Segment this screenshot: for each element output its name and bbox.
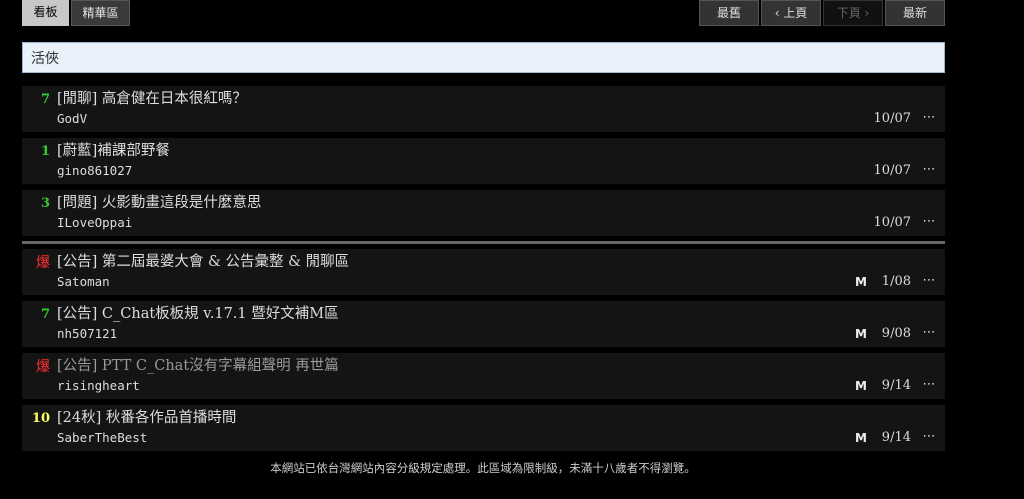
post-title[interactable]: [問題] 火影動畫這段是什麼意思 (57, 194, 261, 212)
post-row[interactable]: 7 [閒聊] 高倉健在日本很紅嗎？ GodV 10/07 ⋯ (22, 86, 945, 133)
latest-page-button[interactable]: 最新 (885, 0, 945, 26)
next-page-button: 下頁 › (823, 0, 883, 26)
post-author[interactable]: risingheart (57, 378, 140, 394)
pinned-post-row[interactable]: 7 [公告] C_Chat板板規 v.17.1 暨好文補M區 nh507121 … (22, 301, 945, 348)
more-icon[interactable]: ⋯ (921, 162, 937, 178)
post-author[interactable]: SaberTheBest (57, 430, 147, 446)
post-author[interactable]: Satoman (57, 274, 110, 290)
prev-page-button[interactable]: ‹ 上頁 (761, 0, 821, 26)
post-author[interactable]: gino861027 (57, 163, 132, 179)
post-title[interactable]: [公告] PTT C_Chat沒有字幕組聲明 再世篇 (57, 357, 339, 375)
post-date: 1/08 (881, 274, 911, 289)
more-icon[interactable]: ⋯ (921, 273, 937, 289)
age-restriction-notice: 本網站已依台灣網站內容分級規定處理。此區域為限制級，未滿十八歲者不得瀏覽。 (270, 461, 696, 475)
post-title[interactable]: [公告] 第二屆最婆大會 & 公告彙整 & 閒聊區 (57, 253, 349, 271)
post-date: 9/14 (881, 378, 911, 393)
pinned-post-row[interactable]: 10 [24秋] 秋番各作品首播時間 SaberTheBest M 9/14 ⋯ (22, 405, 945, 452)
post-mark: M (855, 327, 867, 341)
post-mark: M (855, 275, 867, 289)
tab-digest[interactable]: 精華區 (71, 0, 130, 26)
tab-board[interactable]: 看板 (22, 0, 69, 26)
post-date: 9/08 (881, 326, 911, 341)
post-date: 10/07 (873, 111, 911, 126)
pinned-separator (22, 241, 945, 244)
post-title[interactable]: [閒聊] 高倉健在日本很紅嗎？ (57, 90, 247, 108)
recommend-count: 1 (40, 144, 50, 159)
more-icon[interactable]: ⋯ (921, 325, 937, 341)
more-icon[interactable]: ⋯ (921, 377, 937, 393)
pinned-post-row[interactable]: 爆 [公告] PTT C_Chat沒有字幕組聲明 再世篇 risingheart… (22, 353, 945, 400)
post-date: 9/14 (881, 430, 911, 445)
post-title[interactable]: [公告] C_Chat板板規 v.17.1 暨好文補M區 (57, 305, 339, 323)
post-date: 10/07 (873, 163, 911, 178)
post-title[interactable]: [蔚藍]補課部野餐 (57, 142, 170, 160)
post-title[interactable]: [24秋] 秋番各作品首播時間 (57, 409, 236, 427)
search-input[interactable] (22, 42, 945, 73)
more-icon[interactable]: ⋯ (921, 429, 937, 445)
post-author[interactable]: nh507121 (57, 326, 117, 342)
recommend-count: 3 (40, 196, 50, 211)
more-icon[interactable]: ⋯ (921, 110, 937, 126)
post-date: 10/07 (873, 215, 911, 230)
recommend-count: 爆 (36, 255, 50, 271)
recommend-count: 7 (40, 92, 50, 107)
post-mark: M (855, 431, 867, 445)
recommend-count: 7 (40, 307, 50, 322)
more-icon[interactable]: ⋯ (921, 214, 937, 230)
recommend-count: 爆 (36, 359, 50, 375)
pager: 最舊 ‹ 上頁 下頁 › 最新 (697, 0, 945, 26)
post-row[interactable]: 1 [蔚藍]補課部野餐 gino861027 10/07 ⋯ (22, 138, 945, 185)
post-mark: M (855, 379, 867, 393)
post-row[interactable]: 3 [問題] 火影動畫這段是什麼意思 ILoveOppai 10/07 ⋯ (22, 190, 945, 237)
post-author[interactable]: ILoveOppai (57, 215, 132, 231)
post-author[interactable]: GodV (57, 111, 87, 127)
top-navigation: 看板 精華區 最舊 ‹ 上頁 下頁 › 最新 (22, 0, 945, 27)
recommend-count: 10 (31, 411, 50, 426)
pinned-post-row[interactable]: 爆 [公告] 第二屆最婆大會 & 公告彙整 & 閒聊區 Satoman M 1/… (22, 249, 945, 296)
oldest-page-button[interactable]: 最舊 (699, 0, 759, 26)
